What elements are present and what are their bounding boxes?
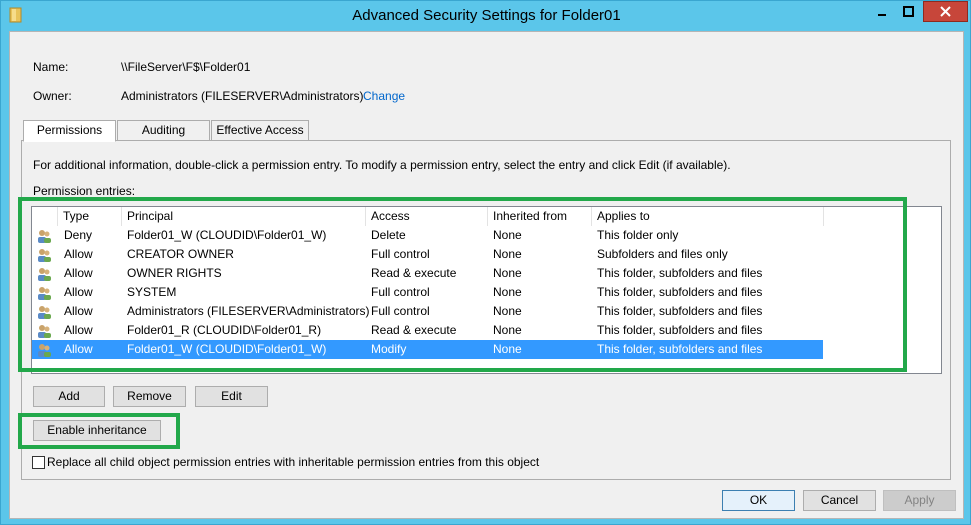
change-owner-link[interactable]: Change xyxy=(363,89,405,103)
add-button[interactable]: Add xyxy=(33,386,105,407)
permission-entries-list[interactable]: Type Principal Access Inherited from App… xyxy=(31,206,942,374)
user-group-icon xyxy=(38,306,51,319)
remove-button[interactable]: Remove xyxy=(113,386,186,407)
tab-effective-access[interactable]: Effective Access xyxy=(211,120,309,141)
entry-principal: Folder01_W (CLOUDID\Folder01_W) xyxy=(127,342,327,356)
table-row[interactable]: Allow Administrators (FILESERVER\Adminis… xyxy=(32,302,823,321)
column-header-principal[interactable]: Principal xyxy=(122,207,366,226)
apply-button[interactable]: Apply xyxy=(883,490,956,511)
entry-applies-to: Subfolders and files only xyxy=(597,247,728,261)
entry-type: Allow xyxy=(64,323,93,337)
enable-inheritance-button[interactable]: Enable inheritance xyxy=(33,420,161,441)
tab-auditing[interactable]: Auditing xyxy=(117,120,210,141)
entry-applies-to: This folder, subfolders and files xyxy=(597,304,763,318)
name-label: Name: xyxy=(33,60,69,74)
column-header-access[interactable]: Access xyxy=(366,207,488,226)
user-group-icon xyxy=(38,344,51,357)
list-header: Type Principal Access Inherited from App… xyxy=(32,207,941,226)
entry-type: Allow xyxy=(64,304,93,318)
column-header-inherited-from[interactable]: Inherited from xyxy=(488,207,592,226)
owner-value: Administrators (FILESERVER\Administrator… xyxy=(121,89,364,103)
entry-inherited-from: None xyxy=(493,304,522,318)
entry-access: Delete xyxy=(371,228,406,242)
entry-principal: CREATOR OWNER xyxy=(127,247,234,261)
user-group-icon xyxy=(38,325,51,338)
table-row[interactable]: Deny Folder01_W (CLOUDID\Folder01_W) Del… xyxy=(32,226,823,245)
column-header-icon xyxy=(32,207,58,226)
column-header-applies-to[interactable]: Applies to xyxy=(592,207,824,226)
entry-applies-to: This folder, subfolders and files xyxy=(597,342,763,356)
name-value: \\FileServer\F$\Folder01 xyxy=(121,60,251,74)
entry-principal: Folder01_R (CLOUDID\Folder01_R) xyxy=(127,323,322,337)
entry-access: Read & execute xyxy=(371,323,457,337)
entry-inherited-from: None xyxy=(493,342,522,356)
entry-inherited-from: None xyxy=(493,247,522,261)
entry-inherited-from: None xyxy=(493,266,522,280)
entry-applies-to: This folder only xyxy=(597,228,679,242)
table-row[interactable]: Allow Folder01_R (CLOUDID\Folder01_R) Re… xyxy=(32,321,823,340)
cancel-button[interactable]: Cancel xyxy=(803,490,876,511)
table-row-selected[interactable]: Allow Folder01_W (CLOUDID\Folder01_W) Mo… xyxy=(32,340,823,359)
entry-principal: Administrators (FILESERVER\Administrator… xyxy=(127,304,370,318)
entry-inherited-from: None xyxy=(493,323,522,337)
entry-applies-to: This folder, subfolders and files xyxy=(597,285,763,299)
close-icon xyxy=(940,6,951,17)
entry-applies-to: This folder, subfolders and files xyxy=(597,266,763,280)
entry-type: Allow xyxy=(64,342,93,356)
maximize-icon xyxy=(903,6,914,17)
entry-access: Full control xyxy=(371,285,430,299)
entry-principal: SYSTEM xyxy=(127,285,177,299)
user-group-icon xyxy=(38,230,51,243)
entry-type: Allow xyxy=(64,285,93,299)
table-row[interactable]: Allow SYSTEM Full control None This fold… xyxy=(32,283,823,302)
edit-button[interactable]: Edit xyxy=(195,386,268,407)
table-row[interactable]: Allow CREATOR OWNER Full control None Su… xyxy=(32,245,823,264)
entry-inherited-from: None xyxy=(493,228,522,242)
window-title: Advanced Security Settings for Folder01 xyxy=(352,7,621,24)
entry-type: Allow xyxy=(64,247,93,261)
column-header-type[interactable]: Type xyxy=(58,207,122,226)
table-row[interactable]: Allow OWNER RIGHTS Read & execute None T… xyxy=(32,264,823,283)
entry-type: Allow xyxy=(64,266,93,280)
owner-label: Owner: xyxy=(33,89,72,103)
entry-access: Full control xyxy=(371,304,430,318)
entry-access: Full control xyxy=(371,247,430,261)
entry-applies-to: This folder, subfolders and files xyxy=(597,323,763,337)
maximize-button[interactable] xyxy=(895,1,922,22)
entry-access: Read & execute xyxy=(371,266,457,280)
entry-principal: OWNER RIGHTS xyxy=(127,266,222,280)
user-group-icon xyxy=(38,249,51,262)
user-group-icon xyxy=(38,268,51,281)
tab-permissions[interactable]: Permissions xyxy=(23,120,116,142)
replace-child-permissions-checkbox[interactable] xyxy=(32,456,45,469)
entry-access: Modify xyxy=(371,342,407,356)
replace-child-permissions-label: Replace all child object permission entr… xyxy=(47,455,540,469)
close-button[interactable] xyxy=(923,1,968,22)
minimize-icon xyxy=(877,13,886,16)
security-settings-window: Advanced Security Settings for Folder01 … xyxy=(0,0,971,525)
minimize-button[interactable] xyxy=(868,1,895,22)
user-group-icon xyxy=(38,287,51,300)
info-text: For additional information, double-click… xyxy=(33,158,731,172)
entry-principal: Folder01_W (CLOUDID\Folder01_W) xyxy=(127,228,327,242)
title-bar[interactable]: Advanced Security Settings for Folder01 xyxy=(1,1,971,31)
entry-inherited-from: None xyxy=(493,285,522,299)
permission-entries-label: Permission entries: xyxy=(33,184,136,198)
entry-type: Deny xyxy=(64,228,93,242)
ok-button[interactable]: OK xyxy=(722,490,795,511)
